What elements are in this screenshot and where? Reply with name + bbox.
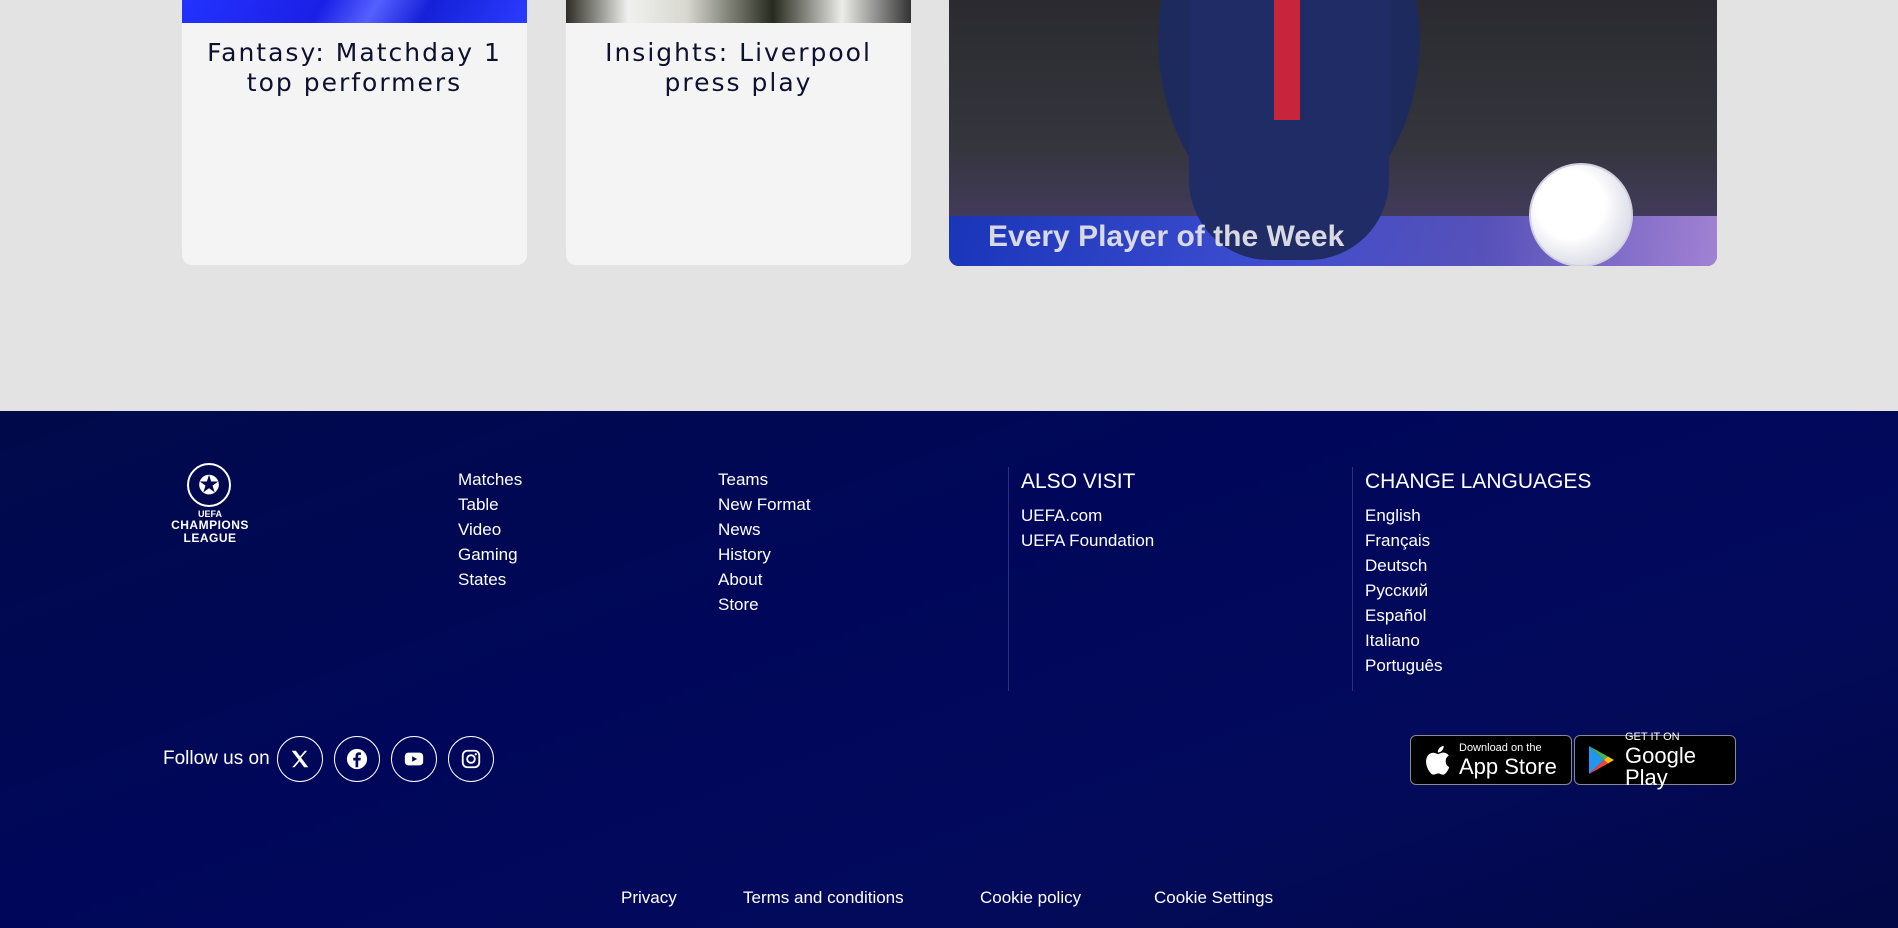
article-card-fantasy[interactable]: Fantasy: Matchday 1 top performers <box>182 0 527 265</box>
footer-link-states[interactable]: States <box>458 567 522 592</box>
legal-link-privacy[interactable]: Privacy <box>621 888 677 912</box>
legal-link-cookie-settings[interactable]: Cookie Settings <box>1154 888 1273 912</box>
google-play-big-text: Google Play <box>1625 742 1696 790</box>
app-store-big-text: App Store <box>1459 753 1557 779</box>
site-footer: ✪ UEFA CHAMPIONS LEAGUE Matches Table Vi… <box>0 411 1898 928</box>
football-image <box>1529 163 1633 266</box>
link-uefa-foundation[interactable]: UEFA Foundation <box>1021 528 1154 553</box>
footer-link-teams[interactable]: Teams <box>718 467 811 492</box>
legal-link-label: Cookie Settings <box>1154 888 1274 907</box>
language-french[interactable]: Français <box>1365 528 1591 553</box>
youtube-icon[interactable] <box>390 736 437 782</box>
legal-link-label: Terms and conditions <box>743 888 904 907</box>
facebook-icon[interactable] <box>333 736 380 782</box>
footer-link-matches[interactable]: Matches <box>458 467 522 492</box>
card-title: Fantasy: Matchday 1 top performers <box>207 38 502 97</box>
link-uefa-com[interactable]: UEFA.com <box>1021 503 1154 528</box>
footer-link-table[interactable]: Table <box>458 492 522 517</box>
footer-link-gaming[interactable]: Gaming <box>458 542 522 567</box>
logo-line-3: LEAGUE <box>183 531 237 545</box>
footer-link-video[interactable]: Video <box>458 517 522 542</box>
app-store-small-text: Download on the <box>1459 741 1542 754</box>
legal-link-terms[interactable]: Terms and conditions <box>743 888 904 912</box>
footer-link-news[interactable]: News <box>718 517 811 542</box>
change-languages-section: CHANGE LANGUAGES English Français Deutsc… <box>1365 467 1591 678</box>
google-play-small-text: GET IT ON <box>1625 730 1680 743</box>
footer-link-history[interactable]: History <box>718 542 811 567</box>
google-play-button[interactable]: GET IT ON Google Play <box>1574 730 1736 788</box>
logo-wordmark: UEFA CHAMPIONS LEAGUE <box>163 509 257 545</box>
footer-link-store[interactable]: Store <box>718 592 811 617</box>
feature-title: Every Player of the Week <box>988 220 1345 253</box>
card-image <box>182 0 527 23</box>
legal-link-cookie-policy[interactable]: Cookie policy <box>980 888 1081 912</box>
card-title: Insights: Liverpool press play <box>605 38 872 97</box>
x-icon[interactable] <box>276 736 323 782</box>
also-visit-section: ALSO VISIT UEFA.com UEFA Foundation <box>1021 467 1154 553</box>
language-portuguese[interactable]: Português <box>1365 653 1591 678</box>
card-image <box>566 0 911 23</box>
footer-nav-secondary: Teams New Format News History About Stor… <box>718 467 811 617</box>
apple-icon <box>1426 745 1450 775</box>
app-store-button[interactable]: Download on the App Store <box>1410 735 1572 785</box>
social-links: Follow us on <box>163 735 505 783</box>
instagram-icon[interactable] <box>447 736 494 782</box>
google-play-icon <box>1589 746 1614 774</box>
legal-link-label: Privacy <box>621 888 677 907</box>
language-english[interactable]: English <box>1365 503 1591 528</box>
language-italian[interactable]: Italiano <box>1365 628 1591 653</box>
player-image-detail <box>1274 0 1300 120</box>
language-spanish[interactable]: Español <box>1365 603 1591 628</box>
footer-link-new-format[interactable]: New Format <box>718 492 811 517</box>
change-languages-heading: CHANGE LANGUAGES <box>1365 470 1592 493</box>
language-russian[interactable]: Русский <box>1365 578 1591 603</box>
champions-league-logo[interactable]: ✪ UEFA CHAMPIONS LEAGUE <box>163 463 257 553</box>
also-visit-heading: ALSO VISIT <box>1021 470 1136 493</box>
feature-card-player-of-week[interactable]: Every Player of the Week <box>949 0 1717 266</box>
footer-divider <box>1008 467 1009 691</box>
legal-link-label: Cookie policy <box>980 888 1082 907</box>
footer-nav-primary: Matches Table Video Gaming States <box>458 467 522 592</box>
language-german[interactable]: Deutsch <box>1365 553 1591 578</box>
article-card-insights[interactable]: Insights: Liverpool press play <box>566 0 911 265</box>
footer-link-about[interactable]: About <box>718 567 811 592</box>
footer-divider <box>1352 467 1353 691</box>
follow-us-label: Follow us on <box>163 748 270 769</box>
starball-icon: ✪ <box>187 463 231 507</box>
